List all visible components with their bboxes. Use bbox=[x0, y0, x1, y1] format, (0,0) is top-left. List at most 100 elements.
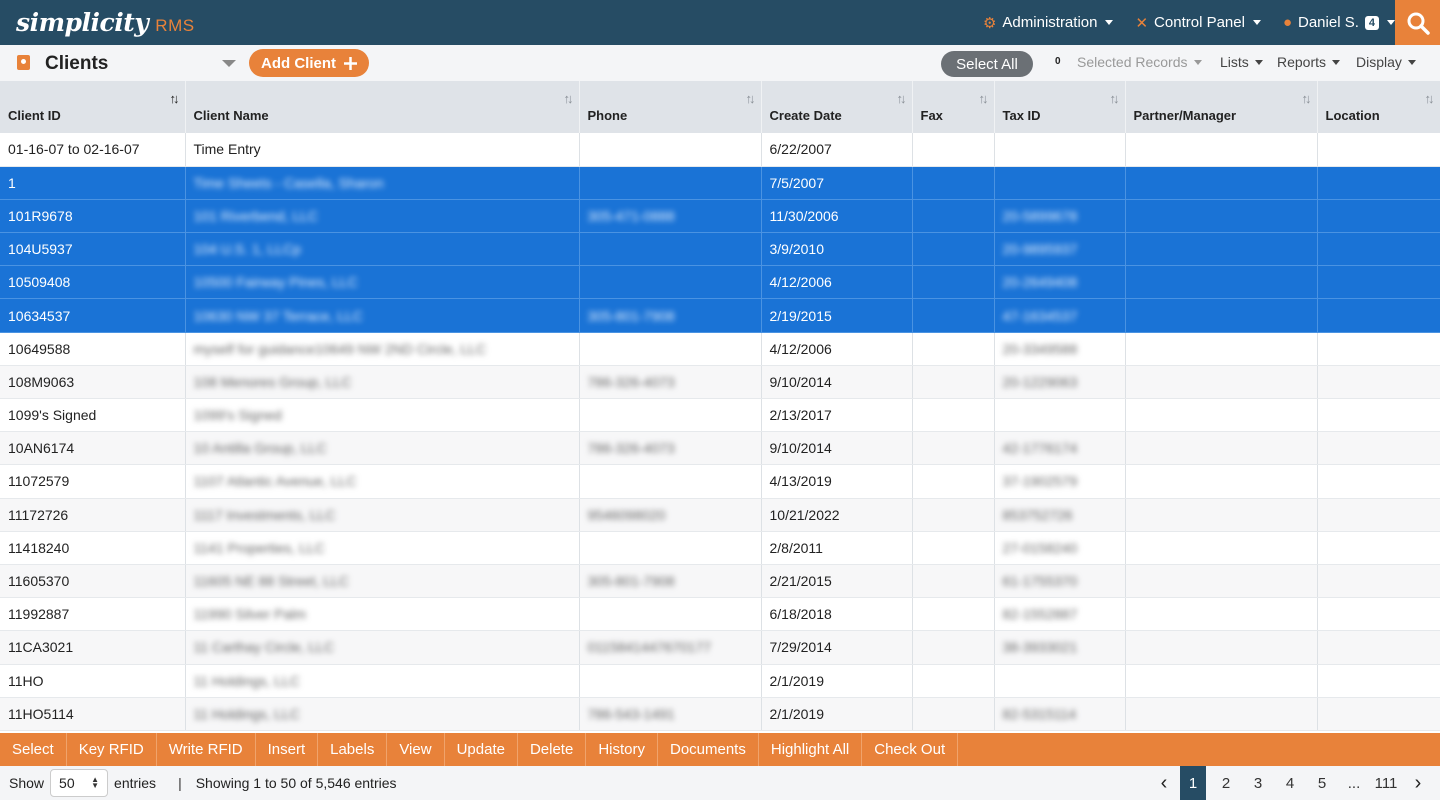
sort-icon[interactable]: ↑↓ bbox=[746, 91, 756, 106]
administration-menu[interactable]: ⚙ Administration bbox=[983, 14, 1114, 32]
cell-tax bbox=[994, 664, 1126, 698]
top-nav-menu: ⚙ Administration ✕ Control Panel ● Danie… bbox=[983, 0, 1395, 45]
action-write-rfid-button[interactable]: Write RFID bbox=[157, 733, 256, 766]
cell-fax bbox=[912, 265, 995, 300]
column-header[interactable]: ↑↓ Fax bbox=[912, 81, 995, 133]
action-key-rfid-button[interactable]: Key RFID bbox=[67, 733, 157, 766]
table-row[interactable]: 11418240 1141 Properties, LLC 2/8/2011 27-0… bbox=[0, 531, 1440, 565]
page-button[interactable]: 1 bbox=[1180, 766, 1206, 800]
table-row[interactable]: 11HO5114 11 Holdings, LLC 786-543-1491 2/1/… bbox=[0, 697, 1440, 731]
entries-info: Showing 1 to 50 of 5,546 entries bbox=[195, 775, 397, 791]
cell-id-value: 1 bbox=[8, 174, 16, 191]
table-row[interactable]: 101R9678 101 Riverbend, LLC 305-471-0888 11… bbox=[0, 199, 1440, 234]
app-logo[interactable]: simplicity RMS bbox=[16, 8, 195, 37]
selected-records-menu[interactable]: Selected Records bbox=[1077, 54, 1202, 70]
cell-date-value: 2/19/2015 bbox=[769, 307, 832, 324]
column-header[interactable]: ↑↓ Create Date bbox=[761, 81, 913, 133]
action-view-button[interactable]: View bbox=[387, 733, 445, 766]
cell-name-value: 10500 Fairway Pines, LLC bbox=[193, 274, 358, 291]
reports-label: Reports bbox=[1277, 54, 1327, 70]
cell-date-value: 2/8/2011 bbox=[769, 539, 823, 556]
cell-location bbox=[1317, 564, 1440, 599]
column-header[interactable]: ↑↓ Client Name bbox=[185, 81, 580, 133]
table-row[interactable]: 1099's Signed 1099's Signed 2/13/2017 bbox=[0, 398, 1440, 433]
action-history-button[interactable]: History bbox=[586, 733, 658, 766]
table-row[interactable]: 1 Time Sheets - Casella, Sharon 7/5/2007 bbox=[0, 166, 1440, 200]
cell-tax-value: 47-1634537 bbox=[1002, 307, 1078, 324]
table-row[interactable]: 10509408 10500 Fairway Pines, LLC 4/12/200… bbox=[0, 265, 1440, 300]
page-button[interactable]: 4 bbox=[1274, 766, 1306, 800]
column-header[interactable]: ↑↓ Client ID bbox=[0, 81, 186, 133]
cell-date-value: 7/29/2014 bbox=[769, 639, 832, 656]
sort-icon[interactable]: ↑↓ bbox=[170, 91, 180, 106]
page-button[interactable]: 111 bbox=[1370, 766, 1402, 800]
table-row[interactable]: 11HO 11 Holdings, LLC 2/1/2019 bbox=[0, 664, 1440, 698]
cell-fax bbox=[912, 697, 995, 731]
action-delete-button[interactable]: Delete bbox=[518, 733, 587, 766]
cell-name: 1099's Signed bbox=[185, 398, 580, 433]
prev-page-button[interactable]: ‹ bbox=[1148, 766, 1180, 800]
sort-icon[interactable]: ↑↓ bbox=[564, 91, 574, 106]
table-row[interactable]: 11072579 1107 Atlantic Avenue, LLC 4/13/20… bbox=[0, 464, 1440, 499]
action-labels-button[interactable]: Labels bbox=[318, 733, 388, 766]
cell-phone: 786-326-4073 bbox=[579, 365, 762, 400]
table-row[interactable]: 11CA3021 11 Carthay Circle, LLC 0115841447… bbox=[0, 630, 1440, 665]
cell-partner-manager bbox=[1125, 232, 1318, 267]
control-panel-menu[interactable]: ✕ Control Panel bbox=[1135, 14, 1261, 32]
table-row[interactable]: 10649588 myself for guidance10649 NW 2ND … bbox=[0, 332, 1440, 366]
add-client-button[interactable]: Add Client bbox=[249, 49, 369, 77]
action-insert-button[interactable]: Insert bbox=[256, 733, 319, 766]
cell-date: 7/5/2007 bbox=[761, 166, 913, 200]
column-header[interactable]: ↑↓ Tax ID bbox=[994, 81, 1126, 133]
cell-date-value: 10/21/2022 bbox=[769, 506, 840, 523]
action-check-out-button[interactable]: Check Out bbox=[862, 733, 959, 766]
column-header[interactable]: ↑↓ Location bbox=[1317, 81, 1440, 133]
column-header[interactable]: ↑↓ Partner/Manager bbox=[1125, 81, 1318, 133]
page-length-select[interactable]: 50 ▲ ▼ bbox=[50, 769, 109, 797]
cell-name: 108 Menores Group, LLC bbox=[185, 365, 580, 400]
table-row[interactable]: 10634537 10630 NW 37 Terrace, LLC 305-801-… bbox=[0, 298, 1440, 333]
sort-icon[interactable]: ↑↓ bbox=[1110, 91, 1120, 106]
search-button[interactable] bbox=[1395, 0, 1440, 45]
page-button[interactable]: 2 bbox=[1210, 766, 1242, 800]
cell-partner-manager bbox=[1125, 365, 1318, 400]
cell-partner-manager bbox=[1125, 498, 1318, 532]
clients-table-container[interactable]: ↑↓ Client ID ↑↓ Client Name ↑↓ Phone ↑↓ Create … bbox=[0, 81, 1440, 733]
cell-name: 1141 Properties, LLC bbox=[185, 531, 580, 565]
sort-icon[interactable]: ↑↓ bbox=[979, 91, 989, 106]
next-page-button[interactable]: › bbox=[1402, 766, 1434, 800]
page-button[interactable]: 3 bbox=[1242, 766, 1274, 800]
reports-menu[interactable]: Reports bbox=[1277, 54, 1341, 70]
table-row[interactable]: 108M9063 108 Menores Group, LLC 786-326-40… bbox=[0, 365, 1440, 400]
table-row[interactable]: 11172726 1117 Investments, LLC 9546098020 1… bbox=[0, 498, 1440, 532]
cell-location bbox=[1317, 498, 1440, 532]
cell-id: 10509408 bbox=[0, 265, 186, 300]
column-header[interactable]: ↑↓ Phone bbox=[579, 81, 762, 133]
table-row[interactable]: 01-16-07 to 02-16-07 Time Entry 6/22/2007 bbox=[0, 133, 1440, 167]
table-row[interactable]: 11992887 11990 Silver Palm 6/18/2018 82-155… bbox=[0, 597, 1440, 632]
user-menu[interactable]: ● Daniel S. 4 bbox=[1283, 14, 1395, 31]
page-button[interactable]: 5 bbox=[1306, 766, 1338, 800]
sort-icon[interactable]: ↑↓ bbox=[1425, 91, 1435, 106]
action-update-button[interactable]: Update bbox=[445, 733, 518, 766]
clients-icon bbox=[17, 55, 30, 70]
chevron-down-icon bbox=[1407, 59, 1416, 65]
sort-icon[interactable]: ↑↓ bbox=[897, 91, 907, 106]
table-row[interactable]: 104U5937 104 U.S. 1, LLCp 3/9/2010 20-98959… bbox=[0, 232, 1440, 267]
cell-phone: 305-801-7908 bbox=[579, 298, 762, 333]
cell-id: 108M9063 bbox=[0, 365, 186, 400]
display-menu[interactable]: Display bbox=[1356, 54, 1416, 70]
action-documents-button[interactable]: Documents bbox=[658, 733, 759, 766]
action-select-button[interactable]: Select bbox=[0, 733, 67, 766]
cell-fax bbox=[912, 564, 995, 599]
action-highlight-all-button[interactable]: Highlight All bbox=[759, 733, 863, 766]
view-dropdown-chevron-icon[interactable] bbox=[222, 60, 236, 67]
cell-fax bbox=[912, 531, 995, 565]
sort-icon[interactable]: ↑↓ bbox=[1302, 91, 1312, 106]
table-row[interactable]: 10AN6174 10 Antilla Group, LLC 786-326-407… bbox=[0, 431, 1440, 466]
lists-menu[interactable]: Lists bbox=[1220, 54, 1263, 70]
cell-tax-value: 82-1552887 bbox=[1002, 606, 1078, 623]
table-row[interactable]: 11605370 11605 NE 88 Street, LLC 305-801-7… bbox=[0, 564, 1440, 599]
select-all-button[interactable]: Select All bbox=[941, 51, 1033, 77]
cell-name-value: 10630 NW 37 Terrace, LLC bbox=[193, 307, 363, 324]
